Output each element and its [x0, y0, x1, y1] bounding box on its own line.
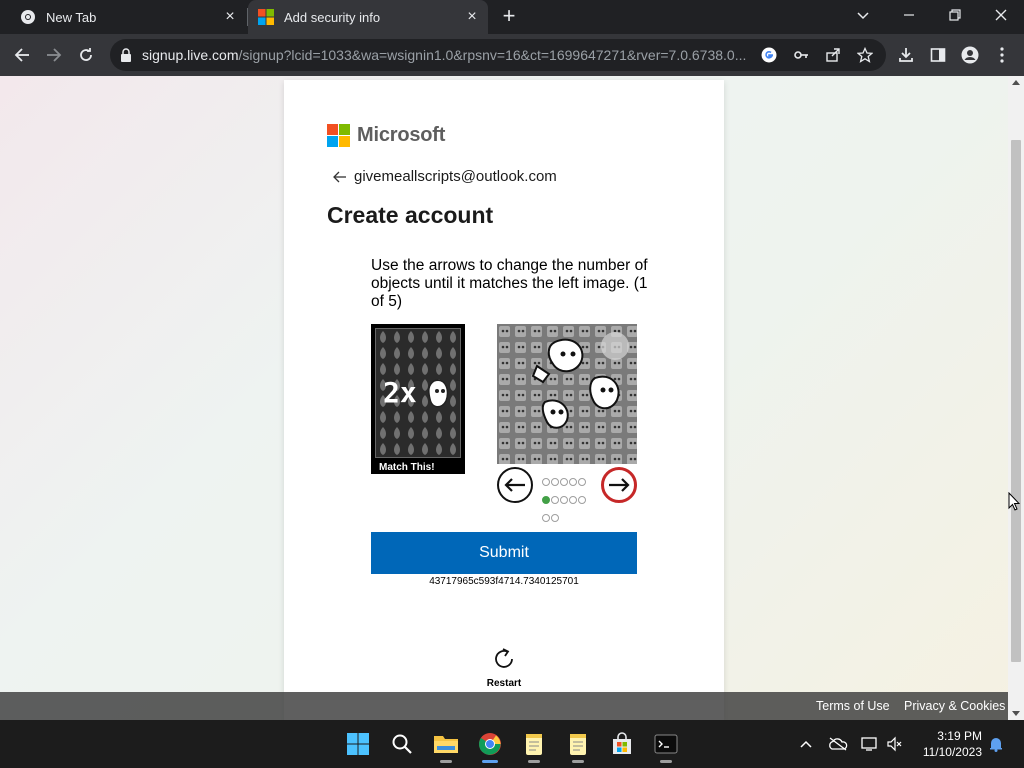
tab-strip: New Tab × Add security info × + [0, 0, 1024, 34]
count-dot [578, 496, 586, 504]
microsoft-logo: Microsoft [327, 124, 445, 147]
previous-arrow-button[interactable] [497, 467, 533, 503]
running-indicator [660, 760, 672, 763]
chrome-icon[interactable] [474, 728, 506, 763]
brand-name: Microsoft [357, 124, 446, 146]
page-footer: Terms of Use Privacy & Cookies [0, 692, 1008, 720]
tab-search-icon[interactable] [840, 0, 886, 30]
count-dot [542, 496, 550, 504]
menu-kebab-icon[interactable] [990, 43, 1014, 67]
system-clock[interactable]: 3:19 PM 11/10/2023 [914, 728, 982, 760]
browser-toolbar: signup.live.com/signup?lcid=1033&wa=wsig… [0, 34, 1024, 76]
restart-icon [495, 648, 513, 668]
page-viewport: Microsoft givemeallscripts@outlook.com C… [0, 76, 1008, 720]
restart-label: Restart [486, 678, 522, 689]
volume-muted-icon[interactable] [884, 734, 904, 754]
session-id: 43717965c593f4714.7340125701 [429, 576, 579, 587]
count-dot [551, 478, 559, 486]
download-icon[interactable] [894, 43, 918, 67]
tab-new-tab[interactable]: New Tab × [8, 0, 246, 34]
arrow-left-icon [504, 478, 525, 492]
clock-date: 11/10/2023 [922, 745, 982, 759]
search-icon[interactable] [386, 728, 418, 760]
scroll-thumb[interactable] [1011, 140, 1021, 662]
count-dot [551, 496, 559, 504]
account-email: givemeallscripts@outlook.com [354, 168, 557, 185]
scroll-down-icon[interactable] [1012, 711, 1020, 716]
window-close-icon[interactable] [978, 0, 1024, 30]
start-icon[interactable] [342, 728, 374, 760]
restore-icon[interactable] [932, 0, 978, 30]
arrow-right-icon [609, 478, 630, 492]
tab-title: New Tab [46, 9, 97, 25]
google-icon[interactable] [760, 46, 778, 64]
network-icon[interactable] [860, 734, 880, 754]
minimize-icon[interactable] [886, 0, 932, 30]
count-dot [551, 514, 559, 522]
running-indicator [440, 760, 452, 763]
new-tab-button[interactable]: + [498, 5, 520, 27]
privacy-link[interactable]: Privacy & Cookies [904, 699, 1005, 713]
tab-add-security-info[interactable]: Add security info × [248, 0, 488, 34]
match-count: 2x [383, 376, 417, 409]
count-indicator-dots [541, 475, 593, 529]
count-dot [560, 496, 568, 504]
notification-bell-icon[interactable] [986, 734, 1006, 754]
address-bar[interactable]: signup.live.com/signup?lcid=1033&wa=wsig… [110, 39, 886, 71]
count-dot [542, 514, 550, 522]
key-icon[interactable] [792, 46, 810, 64]
count-dot [569, 478, 577, 486]
notepad-icon[interactable] [562, 728, 594, 763]
share-icon[interactable] [824, 46, 842, 64]
count-dot [578, 478, 586, 486]
active-indicator [482, 760, 498, 763]
forward-icon[interactable] [42, 43, 66, 67]
bookmark-star-icon[interactable] [856, 46, 874, 64]
running-indicator [528, 760, 540, 763]
terms-link[interactable]: Terms of Use [816, 699, 890, 713]
notepad-icon[interactable] [518, 728, 550, 763]
puzzle-image [497, 324, 637, 464]
back-icon[interactable] [10, 43, 34, 67]
back-arrow-icon[interactable] [332, 169, 348, 185]
profile-icon[interactable] [958, 43, 982, 67]
lock-icon[interactable] [120, 48, 132, 67]
restart-button[interactable]: Restart [480, 646, 528, 689]
microsoft-icon [258, 9, 274, 25]
store-icon[interactable] [606, 728, 638, 760]
close-icon[interactable]: × [464, 9, 480, 25]
next-arrow-button[interactable] [601, 467, 637, 503]
tab-title: Add security info [284, 9, 381, 25]
page-scrollbar[interactable] [1008, 76, 1024, 720]
page-title: Create account [327, 202, 494, 228]
onedrive-offline-icon[interactable] [828, 734, 848, 754]
count-dot [569, 496, 577, 504]
clock-time: 3:19 PM [937, 729, 982, 743]
url-text[interactable]: signup.live.com/signup?lcid=1033&wa=wsig… [142, 47, 752, 63]
running-indicator [572, 760, 584, 763]
submit-button[interactable]: Submit [371, 532, 637, 574]
signup-card: Microsoft givemeallscripts@outlook.com C… [284, 80, 724, 720]
scroll-up-icon[interactable] [1012, 80, 1020, 85]
match-label: Match This! [379, 462, 435, 473]
chevron-up-icon[interactable] [796, 734, 816, 754]
side-panel-icon[interactable] [926, 43, 950, 67]
count-dot [542, 478, 550, 486]
close-icon[interactable]: × [222, 9, 238, 25]
match-target-image: 2x Match This! [371, 324, 465, 474]
puzzle-instructions: Use the arrows to change the number of o… [371, 257, 648, 310]
windows-taskbar: 3:19 PM 11/10/2023 [0, 720, 1024, 768]
file-explorer-icon[interactable] [430, 728, 462, 763]
terminal-icon[interactable] [650, 728, 682, 763]
microsoft-logo-icon [327, 124, 350, 147]
chrome-icon [20, 9, 36, 25]
count-dot [560, 478, 568, 486]
reload-icon[interactable] [74, 43, 98, 67]
account-back-link[interactable]: givemeallscripts@outlook.com [332, 168, 557, 185]
mouse-cursor-icon [1008, 492, 1020, 511]
